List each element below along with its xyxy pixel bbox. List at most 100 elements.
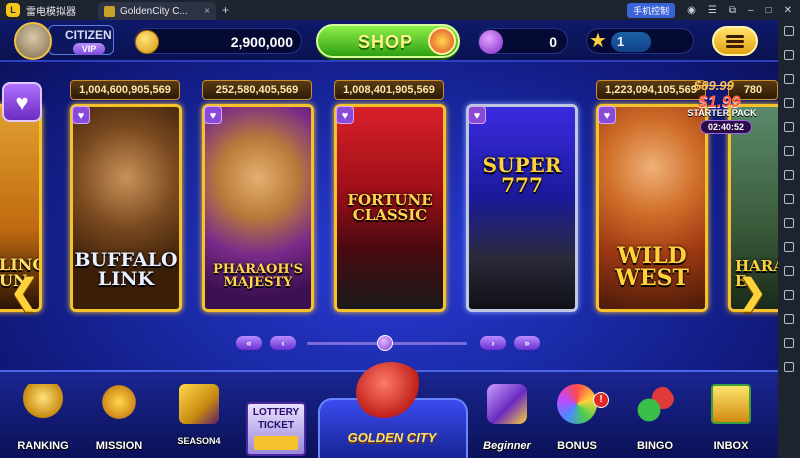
slot-card-buffalo-link[interactable]: BUFFALO LINK <box>70 104 182 312</box>
tab-title: GoldenCity C... <box>120 5 188 17</box>
pager-knob[interactable] <box>377 335 393 351</box>
emulator-window-controls: 手机控制 ◉ ☰ ⧉ – □ ✕ <box>627 0 792 20</box>
starter-pack-offer[interactable]: $89.99 $1.99 STARTER PACK 02:40:52 <box>684 78 760 140</box>
favorite-toggle[interactable]: ♥ <box>72 106 90 124</box>
jackpot-pharaohs-majesty: 252,580,405,569 <box>202 80 312 100</box>
record-icon[interactable] <box>784 146 794 156</box>
tab-goldencity[interactable]: GoldenCity C... × <box>98 2 216 20</box>
starter-pack-timer: 02:40:52 <box>700 120 752 134</box>
gem-balance[interactable]: 0 <box>478 28 568 54</box>
nav-bonus-label: BONUS <box>557 440 597 452</box>
gem-icon <box>479 30 503 54</box>
bonus-wheel-icon <box>557 384 597 424</box>
scroll-right-arrow[interactable]: ❯ <box>738 272 767 312</box>
slot-card-pharaohs-majesty[interactable]: PHARAOH'S MAJESTY <box>202 104 314 312</box>
bonus-notification-badge: ! <box>593 392 609 408</box>
vip-badge: VIP <box>73 43 105 55</box>
menu-bar-icon <box>726 45 744 48</box>
lottery-ticket-button[interactable]: LOTTERY TICKET <box>246 402 306 456</box>
gift-icon <box>428 27 456 55</box>
top-hud: CITIZEN VIP 2,900,000 SHOP 0 ★ 1 <box>0 20 778 62</box>
account-icon[interactable]: ◉ <box>687 5 696 16</box>
nav-ranking[interactable]: RANKING <box>8 384 78 452</box>
menu-icon[interactable]: ☰ <box>708 5 717 16</box>
emulator-logo-icon: L <box>6 3 20 17</box>
pager-first-button[interactable]: « <box>236 336 262 350</box>
location-icon[interactable] <box>784 218 794 228</box>
pager-next-button[interactable]: › <box>480 336 506 350</box>
emulator-sidebar <box>778 20 800 458</box>
inbox-icon <box>711 384 751 424</box>
gem-value: 0 <box>549 34 557 50</box>
bingo-balls-icon <box>635 384 675 424</box>
nav-inbox-label: INBOX <box>713 440 749 452</box>
favorite-toggle[interactable]: ♥ <box>468 106 486 124</box>
more-icon[interactable] <box>784 290 794 300</box>
close-icon[interactable]: ✕ <box>784 5 792 16</box>
slot-title: PHARAOH'S MAJESTY <box>212 262 303 290</box>
nav-bingo[interactable]: BINGO <box>620 384 690 452</box>
shake-icon[interactable] <box>784 242 794 252</box>
favorites-button[interactable]: ♥ <box>2 82 42 122</box>
coin-value: 2,900,000 <box>230 34 293 50</box>
nav-album-label: SEASON4 <box>177 436 221 446</box>
slot-title: SUPER 777 <box>482 153 562 197</box>
volume-up-icon[interactable] <box>784 74 794 84</box>
shop-label: SHOP <box>358 32 414 52</box>
game-lobby: CITIZEN VIP 2,900,000 SHOP 0 ★ 1 ♥ LIN U… <box>0 20 778 458</box>
favorite-toggle[interactable]: ♥ <box>204 106 222 124</box>
maximize-icon[interactable]: □ <box>766 5 772 16</box>
home-icon[interactable] <box>784 338 794 348</box>
starter-old-price: $89.99 <box>694 78 734 93</box>
pager-last-button[interactable]: » <box>514 336 540 350</box>
new-tab-icon[interactable]: + <box>222 3 229 17</box>
restore-icon[interactable]: ⧉ <box>729 5 736 16</box>
album-icon <box>179 384 219 424</box>
emulator-window: L 雷电模拟器 GoldenCity C... × + 手机控制 ◉ ☰ ⧉ –… <box>0 0 800 458</box>
menu-bar-icon <box>726 40 744 43</box>
shop-button[interactable]: SHOP <box>316 24 460 58</box>
pager-prev-button[interactable]: ‹ <box>270 336 296 350</box>
slot-card-super-777[interactable]: SUPER 777 <box>466 104 578 312</box>
minimize-icon[interactable]: – <box>748 5 754 16</box>
nav-ranking-label: RANKING <box>17 440 69 452</box>
target-icon <box>99 384 139 424</box>
screenshot-icon[interactable] <box>784 122 794 132</box>
phone-control-button[interactable]: 手机控制 <box>627 2 676 18</box>
nav-beginner[interactable]: Beginner <box>472 384 542 452</box>
coin-balance[interactable]: 2,900,000 <box>134 28 302 54</box>
nav-mission-label: MISSION <box>95 440 143 452</box>
back-icon[interactable] <box>784 314 794 324</box>
dice-icon <box>356 362 426 422</box>
rotate-icon[interactable] <box>784 266 794 276</box>
recents-icon[interactable] <box>784 362 794 372</box>
golden-city-label: GOLDEN CITY <box>347 430 437 445</box>
nav-inbox[interactable]: INBOX <box>696 384 766 452</box>
tab-close-icon[interactable]: × <box>204 6 210 17</box>
apk-install-icon[interactable] <box>784 170 794 180</box>
gamepad-icon[interactable] <box>784 50 794 60</box>
nav-mission[interactable]: MISSION <box>84 384 154 452</box>
avatar[interactable] <box>14 22 52 60</box>
emulator-app-name: 雷电模拟器 <box>26 6 76 18</box>
favorite-toggle[interactable]: ♥ <box>336 106 354 124</box>
slot-title: FORTUNE CLASSIC <box>347 191 433 224</box>
keyboard-icon[interactable] <box>784 26 794 36</box>
main-menu-button[interactable] <box>712 26 758 56</box>
shared-folder-icon[interactable] <box>784 194 794 204</box>
trophy-icon <box>23 384 63 424</box>
menu-bar-icon <box>726 35 744 38</box>
vip-panel[interactable]: CITIZEN VIP <box>48 25 114 55</box>
star-icon: ★ <box>589 30 607 52</box>
nav-album[interactable]: SEASON4 <box>164 384 234 450</box>
scroll-left-arrow[interactable]: ❮ <box>10 272 39 312</box>
nav-beginner-label: Beginner <box>483 440 531 452</box>
slot-art <box>469 107 575 309</box>
jackpot-fortune-classic: 1,008,401,905,569 <box>334 80 444 100</box>
level-progress[interactable]: ★ 1 <box>586 28 694 54</box>
favorite-toggle[interactable]: ♥ <box>598 106 616 124</box>
vip-title: CITIZEN <box>65 28 112 42</box>
slot-card-fortune-classic[interactable]: FORTUNE CLASSIC <box>334 104 446 312</box>
volume-down-icon[interactable] <box>784 98 794 108</box>
emulator-titlebar: L 雷电模拟器 GoldenCity C... × + 手机控制 ◉ ☰ ⧉ –… <box>0 0 800 20</box>
